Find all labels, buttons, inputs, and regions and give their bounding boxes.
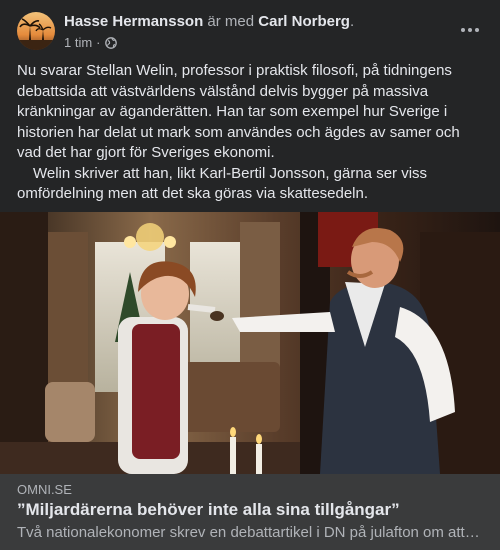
tagged-person[interactable]: Carl Norberg	[258, 13, 350, 30]
link-preview-image[interactable]	[0, 212, 500, 474]
period: .	[349, 13, 355, 30]
post-paragraph-2: Welin skriver att han, likt Karl-Bertil …	[17, 164, 428, 203]
post-header: Hasse Hermansson är med Carl Norberg. 1 …	[0, 0, 500, 58]
link-description: Två nationalekonomer skrev en debattarti…	[17, 524, 483, 541]
author-avatar[interactable]	[17, 12, 55, 50]
link-domain: OMNI.SE	[17, 482, 72, 497]
link-headline[interactable]: ”Miljardärerna behöver inte alla sina ti…	[17, 500, 400, 520]
post-paragraph-1: Nu svarar Stellan Welin, professor i pra…	[17, 62, 460, 161]
globe-icon	[104, 36, 117, 49]
with-text: är med	[207, 13, 255, 30]
meta-separator: ·	[96, 35, 101, 50]
post-body: Nu svarar Stellan Welin, professor i pra…	[17, 61, 487, 205]
author-name[interactable]: Hasse Hermansson	[64, 13, 203, 30]
post-author-line: Hasse Hermansson är med Carl Norberg.	[64, 13, 354, 30]
link-preview-card[interactable]: OMNI.SE ”Miljardärerna behöver inte alla…	[0, 474, 500, 550]
post-time[interactable]: 1 tim	[64, 35, 92, 50]
more-options-icon[interactable]	[458, 18, 482, 42]
post-meta: 1 tim ·	[64, 35, 117, 50]
